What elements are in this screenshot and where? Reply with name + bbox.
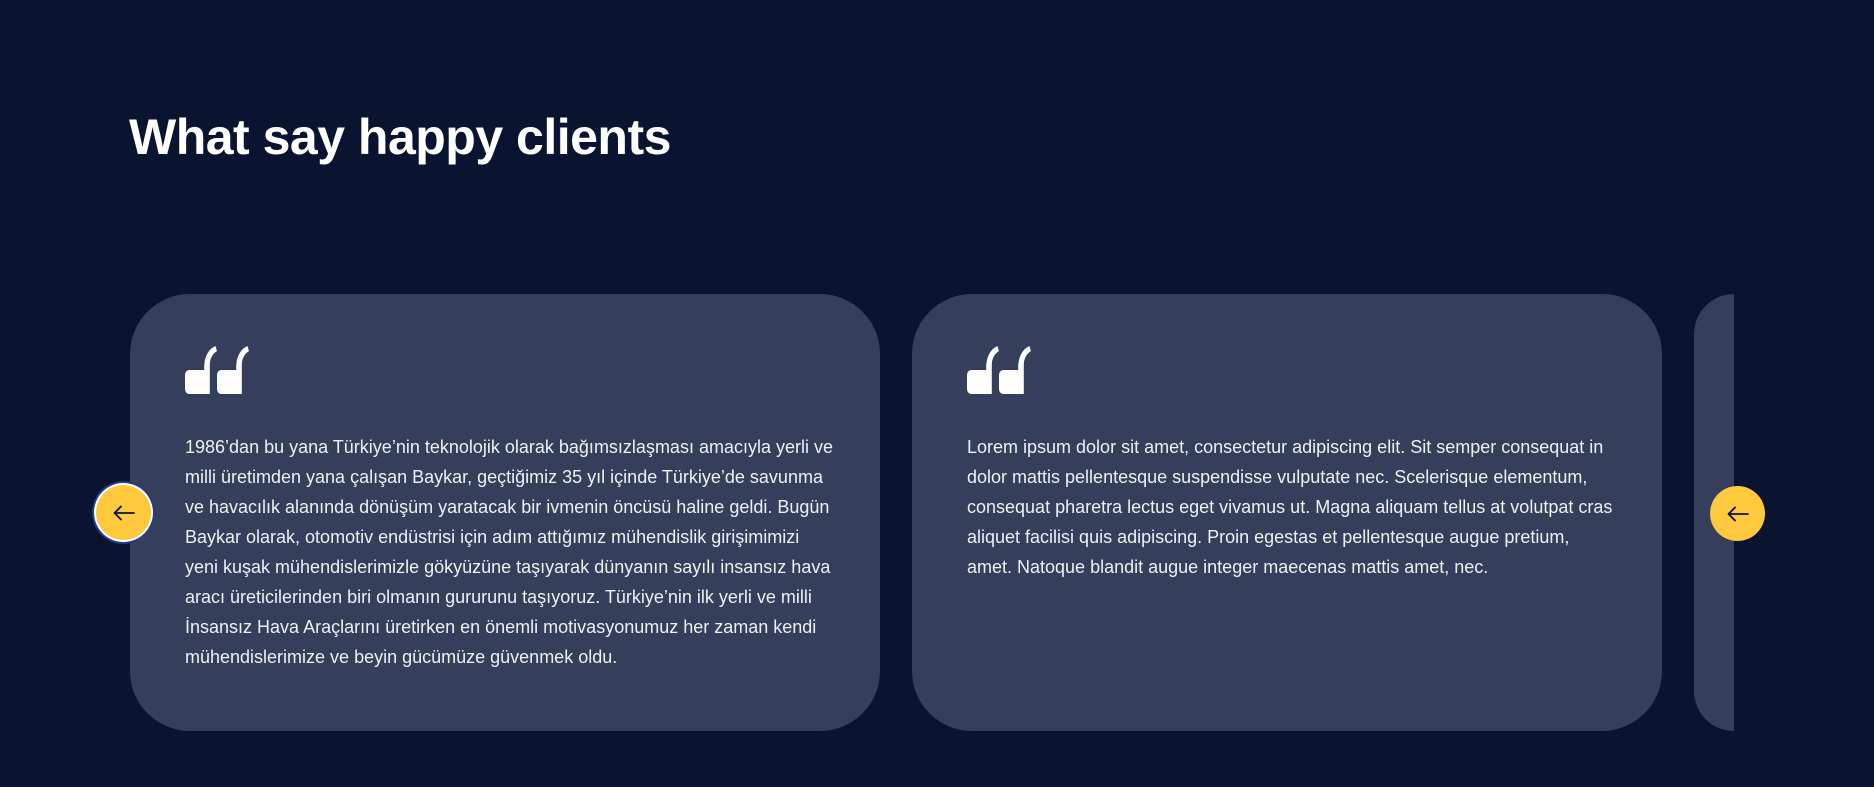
next-slide-button[interactable]	[1710, 486, 1765, 541]
quote-icon	[967, 346, 1031, 394]
arrow-left-icon	[1727, 506, 1749, 522]
arrow-left-icon	[113, 505, 135, 521]
testimonial-card: 1986’dan bu yana Türkiye’nin teknolojik …	[130, 294, 880, 731]
prev-slide-button[interactable]	[96, 485, 151, 540]
quote-icon	[185, 346, 249, 394]
testimonial-text: 1986’dan bu yana Türkiye’nin teknolojik …	[185, 437, 833, 667]
testimonial-slider: 1986’dan bu yana Türkiye’nin teknolojik …	[0, 0, 1874, 787]
testimonial-card: Lorem ipsum dolor sit amet, consectetur …	[912, 294, 1662, 731]
testimonial-text: Lorem ipsum dolor sit amet, consectetur …	[967, 437, 1613, 577]
